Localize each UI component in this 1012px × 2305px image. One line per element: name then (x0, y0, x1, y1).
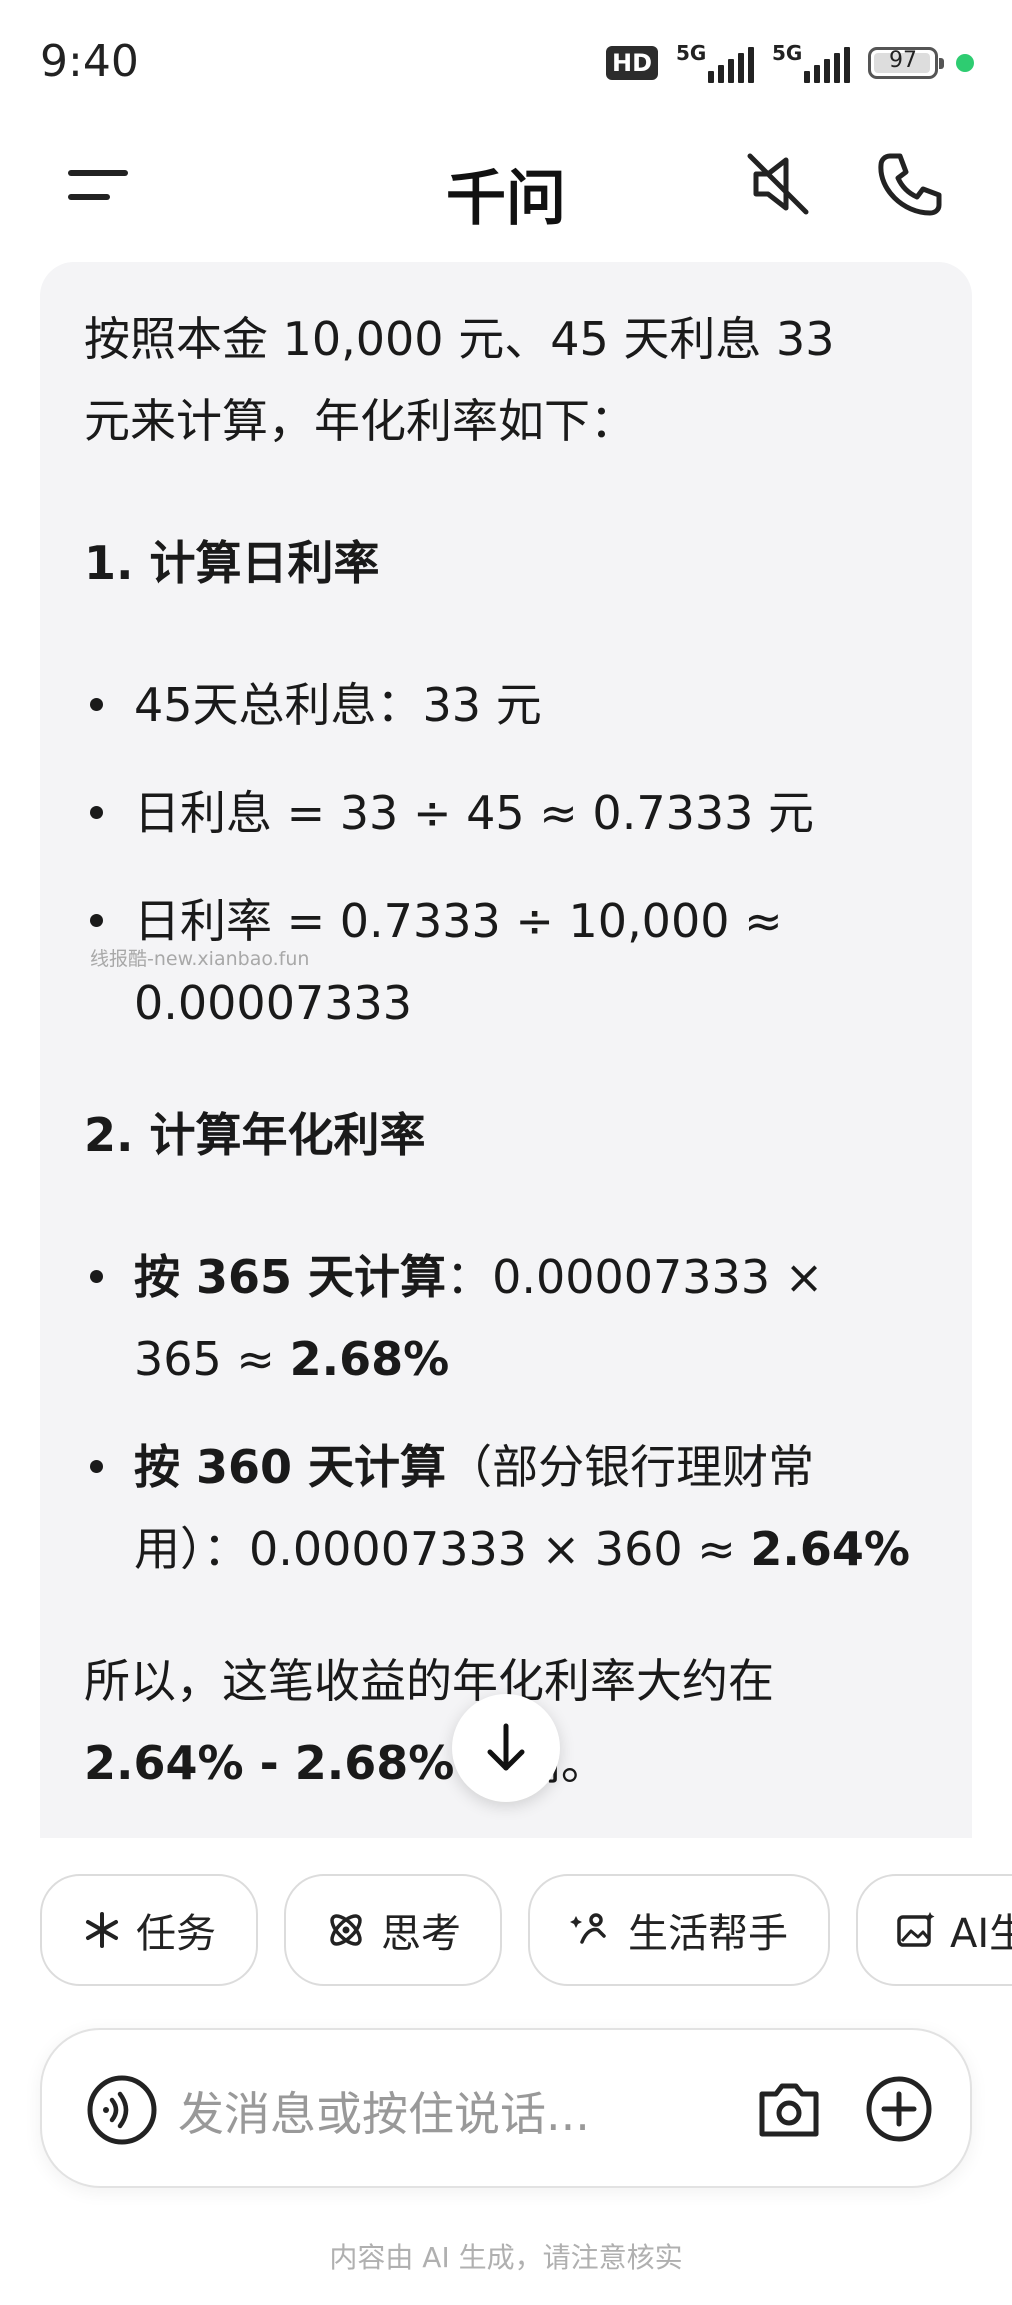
message-input-bar[interactable]: 发消息或按住说话... (40, 2028, 972, 2188)
asterisk-icon (86, 1912, 118, 1948)
scroll-to-bottom-button[interactable] (452, 1694, 560, 1802)
chip-label: 生活帮手 (628, 1911, 788, 1957)
image-sparkle-icon (897, 1912, 935, 1947)
bullet-item: 按 365 天计算：0.00007333 × 365 ≈ 2.68% (84, 1236, 944, 1400)
section-heading: 1. 计算日利率 (84, 536, 380, 590)
suggestion-chips: 任务 思考 生活帮手 AI生 (0, 1874, 1012, 1990)
mute-button[interactable] (740, 146, 816, 222)
camera-icon (759, 2083, 819, 2137)
hd-voice-badge: HD (605, 46, 658, 80)
status-bar: 9:40 HD 5G 5G 97 (0, 0, 1012, 120)
plus-icon (866, 2076, 932, 2142)
sim1-network-label: 5G (676, 41, 707, 65)
status-icons: HD 5G 5G 97 (605, 40, 974, 86)
chat-screen: 9:40 HD 5G 5G 97 千问 按照本金 10,000 元、45 天利息… (0, 0, 1012, 2305)
intro-line: 元来计算，年化利率如下： (84, 394, 636, 448)
bullet-item: 按 360 天计算（部分银行理财常 用）：0.00007333 × 360 ≈ 2… (84, 1426, 944, 1590)
sim2-network-label: 5G (772, 41, 803, 65)
app-header: 千问 (0, 120, 1012, 250)
camera-button[interactable] (756, 2078, 822, 2140)
atom-icon (330, 1914, 362, 1946)
intro-line: 按照本金 10,000 元、45 天利息 33 (84, 312, 835, 366)
voice-button[interactable] (84, 2072, 160, 2148)
sim2-signal-icon: 5G (772, 41, 850, 85)
sim1-signal-icon: 5G (676, 41, 754, 85)
chip-label: AI生 (950, 1911, 1012, 1957)
battery-icon: 97 (868, 47, 944, 79)
add-button[interactable] (864, 2074, 934, 2144)
message-content: 按照本金 10,000 元、45 天利息 33 元来计算，年化利率如下： 1. … (84, 298, 944, 1804)
battery-level: 97 (889, 48, 917, 73)
chip-label: 任务 (136, 1911, 216, 1957)
chip-task[interactable]: 任务 (40, 1874, 258, 1986)
phone-icon (878, 153, 942, 216)
bullet-item: 45天总利息：33 元 (84, 664, 944, 746)
chip-life-helper[interactable]: 生活帮手 (528, 1874, 830, 1986)
clock: 9:40 (40, 36, 139, 87)
watermark-text: 线报酷-new.xianbao.fun (90, 948, 310, 970)
assistant-message-bubble: 按照本金 10,000 元、45 天利息 33 元来计算，年化利率如下： 1. … (40, 262, 972, 1838)
message-input[interactable]: 发消息或按住说话... (178, 2078, 590, 2144)
arrow-down-icon (487, 1723, 525, 1771)
speaker-muted-icon (747, 153, 809, 215)
sparkle-person-icon (570, 1913, 606, 1944)
voice-icon (87, 2075, 157, 2145)
privacy-indicator-dot (956, 54, 974, 72)
bullet-item: 日利息 = 33 ÷ 45 ≈ 0.7333 元 (84, 772, 944, 854)
app-title: 千问 (446, 164, 566, 234)
call-button[interactable] (870, 146, 946, 222)
chip-ai-create[interactable]: AI生 (856, 1874, 1012, 1986)
chip-label: 思考 (381, 1911, 461, 1957)
chip-think[interactable]: 思考 (284, 1874, 502, 1986)
section-heading: 2. 计算年化利率 (84, 1108, 426, 1162)
ai-disclaimer: 内容由 AI 生成，请注意核实 (329, 2241, 683, 2274)
